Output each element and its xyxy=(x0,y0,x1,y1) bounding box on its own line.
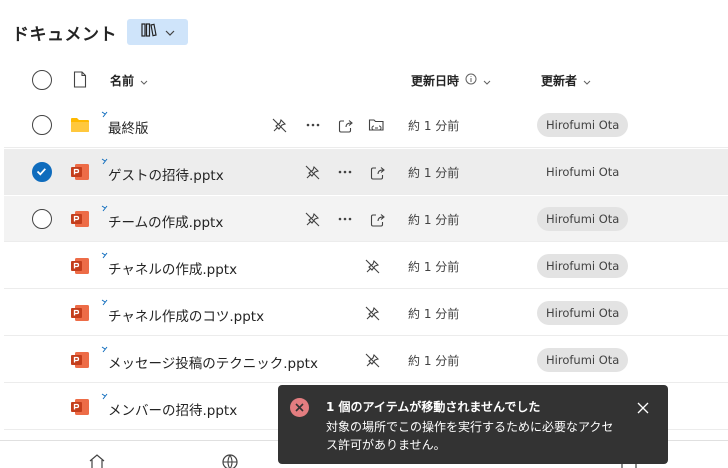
chevron-down-icon xyxy=(165,25,175,40)
modified-time: 約 1 分前 xyxy=(408,354,460,368)
close-icon[interactable] xyxy=(634,399,652,417)
unpin-icon[interactable] xyxy=(363,257,381,275)
modified-by-pill[interactable]: Hirofumi Ota xyxy=(537,254,629,278)
column-name-label: 名前 xyxy=(110,74,135,88)
powerpoint-icon xyxy=(70,398,90,420)
modified-by-pill[interactable]: Hirofumi Ota xyxy=(537,301,629,325)
folder-icon xyxy=(70,116,90,137)
modified-by-pill[interactable]: Hirofumi Ota xyxy=(537,160,628,184)
powerpoint-icon xyxy=(70,304,90,326)
file-name[interactable]: チャネル作成のコツ.pptx xyxy=(108,305,264,325)
select-all-checkbox[interactable] xyxy=(32,70,52,90)
share-icon[interactable] xyxy=(369,210,387,228)
row-checkbox[interactable] xyxy=(32,209,52,229)
powerpoint-icon xyxy=(70,351,90,373)
file-name[interactable]: チームの作成.pptx xyxy=(108,211,223,231)
file-row[interactable]: チームの作成.pptx 約 1 分前 Hirofumi Ota xyxy=(4,196,728,242)
column-header-row: 名前 更新日時 更新者 xyxy=(0,60,728,100)
column-header-name[interactable]: 名前 xyxy=(110,72,148,89)
file-row[interactable]: チャネルの作成.pptx 約 1 分前 Hirofumi Ota xyxy=(4,243,728,289)
file-row[interactable]: メッセージ投稿のテクニック.pptx 約 1 分前 Hirofumi Ota xyxy=(4,337,728,383)
column-header-modified[interactable]: 更新日時 xyxy=(411,72,491,89)
modified-by-pill[interactable]: Hirofumi Ota xyxy=(537,348,629,372)
row-checkbox[interactable] xyxy=(32,115,52,135)
modified-by-pill[interactable]: Hirofumi Ota xyxy=(537,113,629,137)
chevron-down-icon xyxy=(140,74,148,88)
unpin-icon[interactable] xyxy=(363,351,381,369)
modified-time: 約 1 分前 xyxy=(408,213,460,227)
powerpoint-icon xyxy=(70,210,90,232)
modified-by-pill[interactable]: Hirofumi Ota xyxy=(537,207,629,231)
file-type-column-icon xyxy=(73,71,87,92)
file-name[interactable]: メッセージ投稿のテクニック.pptx xyxy=(108,352,318,372)
modified-time: 約 1 分前 xyxy=(408,119,460,133)
file-name[interactable]: チャネルの作成.pptx xyxy=(108,258,237,278)
column-modified-label: 更新日時 xyxy=(411,74,460,88)
header: ドキュメント xyxy=(12,18,188,46)
file-row[interactable]: 最終版 約 1 分前 Hirofumi Ota xyxy=(4,102,728,148)
home-icon[interactable] xyxy=(88,453,106,468)
error-toast: 1 個のアイテムが移動されませんでした 対象の場所でこの操作を実行するために必要… xyxy=(278,385,668,464)
checkmark-icon xyxy=(36,168,46,176)
file-row[interactable]: チャネル作成のコツ.pptx 約 1 分前 Hirofumi Ota xyxy=(4,290,728,336)
unpin-icon[interactable] xyxy=(303,163,321,181)
unpin-icon[interactable] xyxy=(270,116,288,134)
powerpoint-icon xyxy=(70,257,90,279)
more-options-icon[interactable] xyxy=(336,210,354,228)
view-switcher-button[interactable] xyxy=(127,19,188,45)
file-name[interactable]: ゲストの招待.pptx xyxy=(108,164,224,184)
folder-link-icon[interactable] xyxy=(368,116,386,134)
share-icon[interactable] xyxy=(337,116,355,134)
modified-time: 約 1 分前 xyxy=(408,260,460,274)
file-name[interactable]: 最終版 xyxy=(108,117,149,137)
toast-message: 対象の場所でこの操作を実行するために必要なアクセス許可がありません。 xyxy=(326,420,614,452)
powerpoint-icon xyxy=(70,163,90,185)
modified-time: 約 1 分前 xyxy=(408,166,460,180)
file-name[interactable]: メンバーの招待.pptx xyxy=(108,399,237,419)
unpin-icon[interactable] xyxy=(303,210,321,228)
chevron-down-icon xyxy=(583,74,591,88)
more-options-icon[interactable] xyxy=(304,116,322,134)
more-options-icon[interactable] xyxy=(336,163,354,181)
column-header-modified-by[interactable]: 更新者 xyxy=(541,72,591,89)
row-checkbox[interactable] xyxy=(32,162,52,182)
globe-icon[interactable] xyxy=(221,453,239,468)
library-icon xyxy=(140,23,157,41)
error-icon xyxy=(290,398,309,417)
file-row[interactable]: ゲストの招待.pptx 約 1 分前 Hirofumi Ota xyxy=(4,149,728,195)
chevron-down-icon xyxy=(483,74,491,88)
info-icon[interactable] xyxy=(465,73,477,88)
modified-time: 約 1 分前 xyxy=(408,307,460,321)
column-modified-by-label: 更新者 xyxy=(541,74,578,88)
unpin-icon[interactable] xyxy=(363,304,381,322)
toast-title: 1 個のアイテムが移動されませんでした xyxy=(326,400,541,414)
page-title: ドキュメント xyxy=(12,24,117,45)
share-icon[interactable] xyxy=(369,163,387,181)
